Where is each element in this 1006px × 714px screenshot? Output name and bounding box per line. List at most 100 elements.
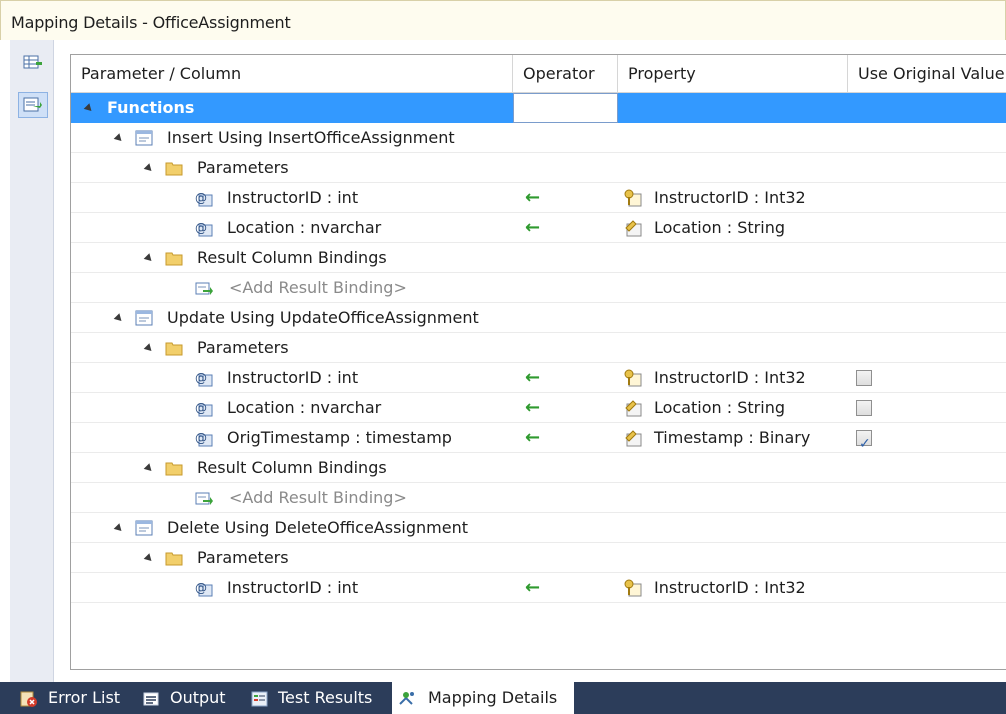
tree-row-parameters[interactable]: Parameters [71, 153, 1006, 183]
tree-row-parameter[interactable]: @ Location : nvarchar ← Location : Strin… [71, 213, 1006, 243]
operator-arrow: ← [525, 427, 541, 448]
use-original-value-checkbox[interactable]: ✓ [856, 430, 872, 452]
parameters-label: Parameters [197, 338, 289, 357]
operator-arrow: ← [525, 367, 541, 388]
parameters-label: Parameters [197, 158, 289, 177]
error-list-icon [20, 691, 37, 707]
property-name[interactable]: InstructorID : Int32 [654, 363, 806, 393]
tab-label: Error List [48, 688, 121, 707]
folder-icon [165, 342, 183, 356]
property-name[interactable]: InstructorID : Int32 [654, 183, 806, 213]
tab-label: Test Results [278, 688, 373, 707]
tab-label: Mapping Details [428, 688, 558, 707]
test-results-icon [251, 691, 268, 707]
parameter-icon: @ [195, 371, 213, 387]
expand-triangle-icon[interactable] [113, 313, 125, 324]
svg-text:@: @ [195, 221, 207, 235]
expand-triangle-icon[interactable] [143, 553, 155, 564]
column-header-use-original-value[interactable]: Use Original Value [848, 55, 1006, 93]
svg-text:@: @ [195, 371, 207, 385]
tree-row-add-binding[interactable]: <Add Result Binding> [71, 273, 1006, 303]
mapping-details-icon [399, 692, 414, 705]
column-header-operator[interactable]: Operator [513, 55, 618, 93]
parameter-icon: @ [195, 191, 213, 207]
result-bindings-label: Result Column Bindings [197, 248, 387, 267]
operator-arrow: ← [525, 397, 541, 418]
tree-row-parameter[interactable]: @ InstructorID : int ← InstructorID : In… [71, 183, 1006, 213]
column-header-parameter[interactable]: Parameter / Column [71, 55, 513, 93]
grid-header: Parameter / Column Operator Property Use… [71, 55, 1006, 93]
property-name[interactable]: Location : String [654, 213, 785, 243]
expand-triangle-icon[interactable] [113, 523, 125, 534]
map-entity-to-tables-button[interactable] [18, 50, 48, 76]
tree-row-parameters[interactable]: Parameters [71, 543, 1006, 573]
function-label: Update Using UpdateOfficeAssignment [167, 308, 479, 327]
mapping-grid: Parameter / Column Operator Property Use… [70, 54, 1006, 670]
operator-arrow: ← [525, 217, 541, 238]
expand-triangle-icon[interactable] [143, 463, 155, 474]
svg-text:@: @ [195, 191, 207, 205]
tree-row-parameter[interactable]: @ InstructorID : int ← InstructorID : In… [71, 363, 1006, 393]
tree-row-parameter[interactable]: @ Location : nvarchar ← Location : Strin… [71, 393, 1006, 423]
folder-icon [165, 552, 183, 566]
add-result-binding-placeholder[interactable]: <Add Result Binding> [229, 483, 407, 513]
function-label: Delete Using DeleteOfficeAssignment [167, 518, 469, 537]
function-icon [135, 520, 153, 536]
tree-row-result-bindings[interactable]: Result Column Bindings [71, 453, 1006, 483]
tab-test-results[interactable]: Test Results [250, 682, 386, 714]
functions-label: Functions [107, 98, 195, 117]
expand-triangle-icon[interactable] [83, 103, 95, 114]
use-original-value-checkbox[interactable] [856, 400, 872, 416]
svg-text:@: @ [195, 431, 207, 445]
property-name[interactable]: Location : String [654, 393, 785, 423]
key-property-icon [624, 579, 642, 597]
function-icon [135, 310, 153, 326]
expand-triangle-icon[interactable] [143, 163, 155, 174]
tab-label: Output [170, 688, 226, 707]
tab-error-list[interactable]: Error List [20, 682, 132, 714]
parameter-icon: @ [195, 401, 213, 417]
expand-triangle-icon[interactable] [143, 343, 155, 354]
tree-row-functions[interactable]: Functions [71, 93, 1006, 123]
parameter-icon: @ [195, 581, 213, 597]
key-property-icon [624, 189, 642, 207]
left-toolbar [10, 40, 54, 682]
table-map-icon [23, 55, 42, 69]
tree-row-parameter[interactable]: @ InstructorID : int ← InstructorID : In… [71, 573, 1006, 603]
tab-output[interactable]: Output [142, 682, 240, 714]
tab-mapping-details[interactable]: Mapping Details [392, 682, 574, 714]
use-original-value-checkbox[interactable] [856, 370, 872, 386]
folder-icon [165, 252, 183, 266]
parameter-icon: @ [195, 431, 213, 447]
property-icon [625, 430, 642, 447]
output-icon [143, 692, 159, 706]
expand-triangle-icon[interactable] [113, 133, 125, 144]
function-map-icon [23, 97, 42, 112]
function-label: Insert Using InsertOfficeAssignment [167, 128, 455, 147]
column-header-property[interactable]: Property [618, 55, 848, 93]
tree-row-parameter[interactable]: @ OrigTimestamp : timestamp ← Timestamp … [71, 423, 1006, 453]
property-name[interactable]: InstructorID : Int32 [654, 573, 806, 603]
tree-row-delete-function[interactable]: Delete Using DeleteOfficeAssignment [71, 513, 1006, 543]
tree-row-result-bindings[interactable]: Result Column Bindings [71, 243, 1006, 273]
bottom-tool-window-tabs: Error List Output Test Results Mapping D… [0, 682, 1006, 714]
add-result-binding-placeholder[interactable]: <Add Result Binding> [229, 273, 407, 303]
tree-row-add-binding[interactable]: <Add Result Binding> [71, 483, 1006, 513]
property-icon [625, 220, 642, 237]
property-icon [625, 400, 642, 417]
tree-row-insert-function[interactable]: Insert Using InsertOfficeAssignment [71, 123, 1006, 153]
add-binding-icon [195, 492, 213, 505]
parameter-name: InstructorID : int [227, 188, 359, 207]
property-name[interactable]: Timestamp : Binary [654, 423, 810, 453]
tree-row-parameters[interactable]: Parameters [71, 333, 1006, 363]
parameter-name: InstructorID : int [227, 368, 359, 387]
expand-triangle-icon[interactable] [143, 253, 155, 264]
result-bindings-label: Result Column Bindings [197, 458, 387, 477]
tree-row-update-function[interactable]: Update Using UpdateOfficeAssignment [71, 303, 1006, 333]
key-property-icon [624, 369, 642, 387]
operator-arrow: ← [525, 187, 541, 208]
parameter-name: Location : nvarchar [227, 398, 382, 417]
add-binding-icon [195, 282, 213, 295]
map-entity-to-functions-button[interactable] [18, 92, 48, 118]
operator-edit-box[interactable] [513, 93, 618, 123]
